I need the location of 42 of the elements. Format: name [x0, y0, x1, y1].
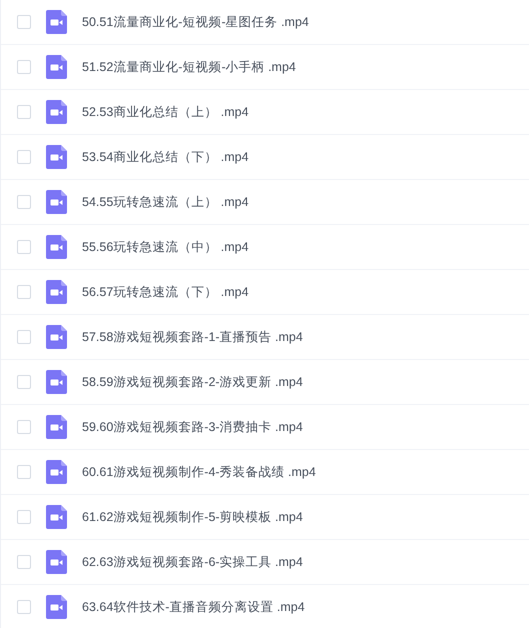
file-name[interactable]: 63.64软件技术-直播音频分离设置 .mp4: [82, 598, 305, 616]
video-file-icon: [46, 145, 67, 169]
video-file-icon: [46, 325, 67, 349]
file-name[interactable]: 52.53商业化总结（上） .mp4: [82, 102, 249, 122]
file-name[interactable]: 51.52流量商业化-短视频-小手柄 .mp4: [82, 58, 296, 76]
checkbox[interactable]: [17, 420, 31, 434]
file-name[interactable]: 60.61游戏短视频制作-4-秀装备战绩 .mp4: [82, 462, 316, 482]
file-name[interactable]: 62.63游戏短视频套路-6-实操工具 .mp4: [82, 552, 303, 572]
file-name[interactable]: 54.55玩转急速流（上） .mp4: [82, 192, 249, 212]
checkbox[interactable]: [17, 150, 31, 164]
video-file-icon: [46, 370, 67, 394]
checkbox[interactable]: [17, 60, 31, 74]
file-name[interactable]: 59.60游戏短视频套路-3-消费抽卡 .mp4: [82, 418, 303, 436]
video-file-icon: [46, 415, 67, 439]
checkbox[interactable]: [17, 555, 31, 569]
video-file-icon: [46, 460, 67, 484]
checkbox[interactable]: [17, 285, 31, 299]
checkbox[interactable]: [17, 510, 31, 524]
video-file-icon: [46, 190, 67, 214]
file-name[interactable]: 57.58游戏短视频套路-1-直播预告 .mp4: [82, 328, 303, 346]
video-file-icon: [46, 10, 67, 34]
video-file-icon: [46, 595, 67, 619]
video-file-icon: [46, 100, 67, 124]
checkbox[interactable]: [17, 465, 31, 479]
checkbox[interactable]: [17, 195, 31, 209]
file-name[interactable]: 56.57玩转急速流（下） .mp4: [82, 282, 249, 302]
video-file-icon: [46, 235, 67, 259]
file-name[interactable]: 61.62游戏短视频制作-5-剪映模板 .mp4: [82, 508, 303, 526]
checkbox[interactable]: [17, 600, 31, 614]
checkbox[interactable]: [17, 330, 31, 344]
file-name[interactable]: 53.54商业化总结（下） .mp4: [82, 148, 249, 166]
checkbox[interactable]: [17, 240, 31, 254]
file-name[interactable]: 50.51流量商业化-短视频-星图任务 .mp4: [82, 12, 309, 32]
checkbox[interactable]: [17, 375, 31, 389]
checkbox[interactable]: [17, 105, 31, 119]
file-name[interactable]: 55.56玩转急速流（中） .mp4: [82, 238, 249, 256]
video-file-icon: [46, 505, 67, 529]
checkbox[interactable]: [17, 15, 31, 29]
file-name[interactable]: 58.59游戏短视频套路-2-游戏更新 .mp4: [82, 372, 303, 392]
video-file-icon: [46, 55, 67, 79]
video-file-icon: [46, 550, 67, 574]
video-file-icon: [46, 280, 67, 304]
